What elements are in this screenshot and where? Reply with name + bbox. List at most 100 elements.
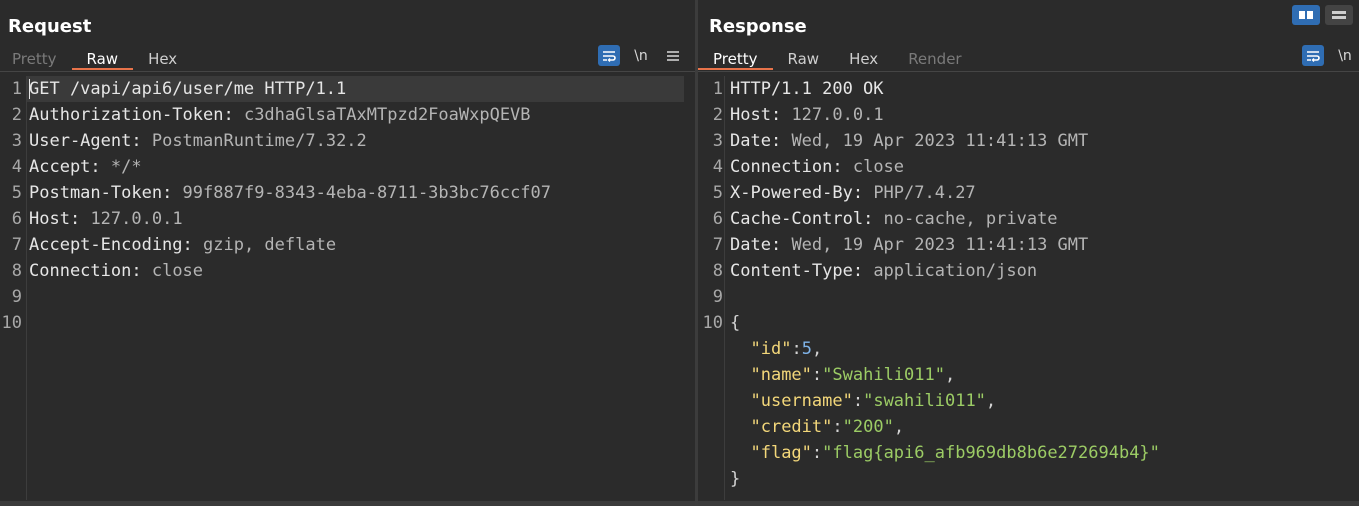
request-tab-hex[interactable]: Hex <box>133 46 192 70</box>
line-number: 10 <box>702 313 723 333</box>
token: Cache-Control <box>730 209 864 229</box>
token: Authorization-Token <box>29 105 224 125</box>
code-line: 9 <box>0 284 695 310</box>
line-content: User-Agent: PostmanRuntime/7.32.2 <box>29 128 367 154</box>
code-line: 6 Cache-Control: no-cache, private <box>701 206 1356 232</box>
response-tab-raw[interactable]: Raw <box>773 46 835 70</box>
token: Accept-Encoding <box>29 235 183 255</box>
code-line: 10 { <box>701 310 1356 336</box>
token: "username" <box>750 391 853 411</box>
code-line: 1 HTTP/1.1 200 OK <box>701 76 1356 102</box>
token: GET /vapi/api6/user/me HTTP/1.1 <box>29 79 347 99</box>
line-content: HTTP/1.1 200 OK <box>730 76 884 102</box>
token: "flag" <box>750 443 812 463</box>
line-content: X-Powered-By: PHP/7.4.27 <box>730 180 976 206</box>
token: Date <box>730 235 771 255</box>
newline-toggle[interactable]: \n <box>1334 45 1356 66</box>
line-content: Authorization-Token: c3dhaGlsaTAxMTpzd2F… <box>29 102 531 128</box>
request-tab-pretty[interactable]: Pretty <box>0 46 72 70</box>
token: Host <box>29 209 70 229</box>
response-tab-divider <box>698 71 1359 72</box>
response-tab-render[interactable]: Render <box>893 46 976 70</box>
line-number: 5 <box>712 183 723 203</box>
token: , <box>893 417 905 437</box>
line-content: } <box>730 466 740 492</box>
line-content: Host: 127.0.0.1 <box>730 102 884 128</box>
token: application/json <box>873 261 1038 281</box>
line-number: 10 <box>1 313 22 333</box>
code-line: 8 Content-Type: application/json <box>701 258 1356 284</box>
code-line: 5 X-Powered-By: PHP/7.4.27 <box>701 180 1356 206</box>
code-line: 2 Authorization-Token: c3dhaGlsaTAxMTpzd2… <box>0 102 695 128</box>
token: { <box>730 313 741 333</box>
token: , <box>811 339 823 359</box>
newline-toggle[interactable]: \n <box>630 45 652 66</box>
token: "id" <box>750 339 792 359</box>
response-tab-hex[interactable]: Hex <box>834 46 893 70</box>
request-tab-raw[interactable]: Raw <box>71 46 134 70</box>
request-bottom-bar <box>0 501 695 506</box>
token: no-cache, private <box>883 209 1058 229</box>
response-editor[interactable]: 1 HTTP/1.1 200 OK 2 Host: 127.0.0.1 3 Date: W… <box>701 76 1356 492</box>
line-content: Date: Wed, 19 Apr 2023 11:41:13 GMT <box>730 128 1088 154</box>
word-wrap-icon[interactable] <box>598 45 620 66</box>
line-number: 1 <box>11 79 22 99</box>
code-line: 7 Accept-Encoding: gzip, deflate <box>0 232 695 258</box>
token: : <box>223 105 244 125</box>
line-number: 6 <box>11 209 22 229</box>
token: : <box>131 261 152 281</box>
line-content: "username":"swahili011", <box>730 388 996 414</box>
request-tabs: Pretty Raw Hex <box>0 46 192 72</box>
code-line: 7 Date: Wed, 19 Apr 2023 11:41:13 GMT <box>701 232 1356 258</box>
line-number: 4 <box>712 157 723 177</box>
hamburger-menu-icon[interactable] <box>662 45 684 66</box>
response-title: Response <box>709 16 807 37</box>
line-number: 6 <box>712 209 723 229</box>
code-line: 3 Date: Wed, 19 Apr 2023 11:41:13 GMT <box>701 128 1356 154</box>
line-content: Accept: */* <box>29 154 142 180</box>
request-editor[interactable]: 1 GET /vapi/api6/user/me HTTP/1.1 2 Authori… <box>0 76 695 336</box>
line-content: Date: Wed, 19 Apr 2023 11:41:13 GMT <box>730 232 1088 258</box>
token: Accept <box>29 157 91 177</box>
token: : <box>770 105 792 125</box>
token: : <box>852 183 874 203</box>
split-view-icon[interactable] <box>1292 5 1320 25</box>
token: : <box>832 417 843 437</box>
token: } <box>730 469 741 489</box>
line-number: 2 <box>712 105 723 125</box>
token: gzip, deflate <box>203 235 337 255</box>
line-number: 2 <box>11 105 22 125</box>
line-content: GET /vapi/api6/user/me HTTP/1.1 <box>29 76 346 102</box>
response-tab-pretty[interactable]: Pretty <box>698 46 773 70</box>
word-wrap-icon[interactable] <box>1302 45 1324 66</box>
token: : <box>131 131 152 151</box>
token: Wed, 19 Apr 2023 11:41:13 GMT <box>791 131 1089 151</box>
line-content: "id":5, <box>730 336 822 362</box>
code-line: 5 Postman-Token: 99f887f9-8343-4eba-8711-… <box>0 180 695 206</box>
code-line: "name":"Swahili011", <box>701 362 1356 388</box>
code-line: "credit":"200", <box>701 414 1356 440</box>
token: HTTP/1.1 200 OK <box>730 79 884 99</box>
token: 127.0.0.1 <box>791 105 884 125</box>
token: : <box>770 235 792 255</box>
token: : <box>811 443 823 463</box>
code-line: 2 Host: 127.0.0.1 <box>701 102 1356 128</box>
token: PHP/7.4.27 <box>873 183 976 203</box>
code-line: 9 <box>701 284 1356 310</box>
token: 127.0.0.1 <box>90 209 183 229</box>
line-number: 5 <box>11 183 22 203</box>
line-content: Content-Type: application/json <box>730 258 1037 284</box>
line-number: 3 <box>712 131 723 151</box>
response-tabs: Pretty Raw Hex Render <box>698 46 977 72</box>
token: : <box>162 183 183 203</box>
line-content: "name":"Swahili011", <box>730 362 955 388</box>
token: : <box>832 157 853 177</box>
token: "name" <box>750 365 812 385</box>
code-line: 8 Connection: close <box>0 258 695 284</box>
code-line: 10 <box>0 310 695 336</box>
stacked-view-icon[interactable] <box>1325 5 1353 25</box>
